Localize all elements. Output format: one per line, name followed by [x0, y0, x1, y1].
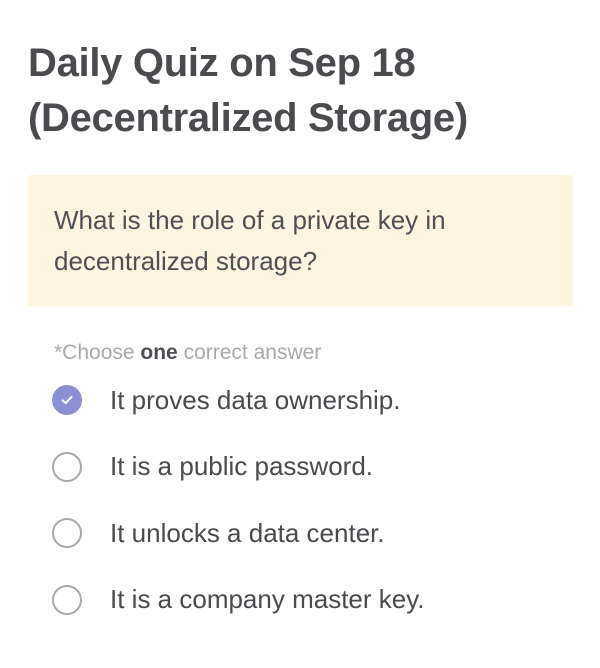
quiz-title-line-2: (Decentralized Storage): [28, 96, 468, 140]
radio-empty-icon[interactable]: [52, 451, 82, 482]
instruction-emphasis: one: [140, 341, 178, 364]
answer-option-3[interactable]: It unlocks a data center.: [52, 511, 572, 555]
radio-selected-icon[interactable]: [52, 385, 82, 415]
quiz-title-line-1: Daily Quiz on Sep 18: [28, 41, 416, 85]
answer-option-label: It is a company master key.: [110, 584, 425, 614]
question-card: What is the role of a private key in dec…: [28, 175, 573, 307]
question-text: What is the role of a private key in dec…: [54, 205, 446, 276]
radio-empty-icon[interactable]: [52, 518, 82, 548]
answer-option-2[interactable]: It is a public password.: [52, 445, 572, 489]
answer-option-4[interactable]: It is a company master key.: [52, 578, 572, 622]
radio-empty-icon[interactable]: [52, 584, 82, 615]
quiz-title: Daily Quiz on Sep 18 (Decentralized Stora…: [28, 36, 576, 146]
answer-option-1[interactable]: It proves data ownership.: [52, 378, 572, 422]
answer-option-label: It unlocks a data center.: [110, 517, 385, 548]
instruction-prefix: *Choose: [54, 341, 141, 364]
check-icon: [61, 395, 73, 405]
instruction-suffix: correct answer: [177, 341, 322, 364]
answer-instruction: *Choose one correct answer: [54, 339, 321, 367]
answer-options: It proves data ownership. It is a public…: [52, 378, 572, 644]
answer-option-label: It is a public password.: [110, 451, 374, 481]
answer-option-label: It proves data ownership.: [110, 384, 401, 415]
